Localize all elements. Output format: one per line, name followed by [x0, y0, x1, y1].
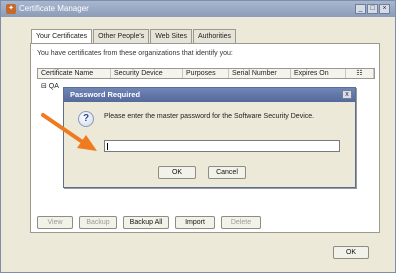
certificate-manager-window: ✦ Certificate Manager _ □ × Your Certifi… [0, 0, 396, 273]
arrow-icon [41, 113, 97, 151]
